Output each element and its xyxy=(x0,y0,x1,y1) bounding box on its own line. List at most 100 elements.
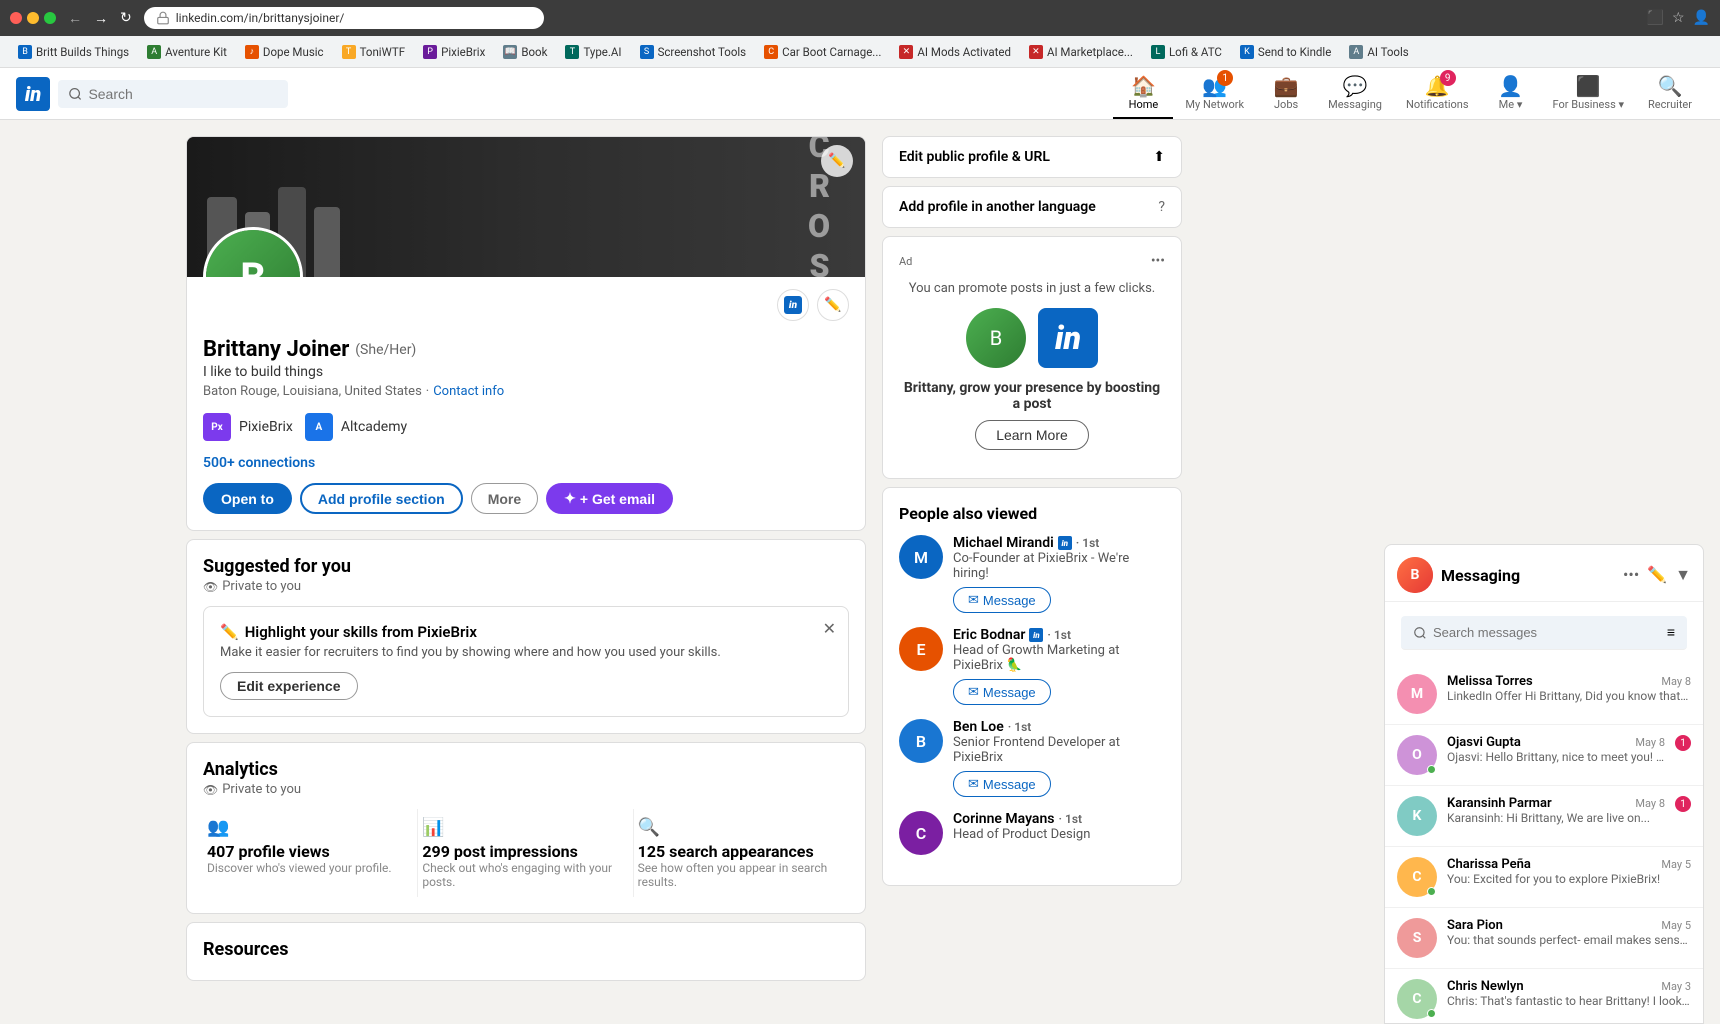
linkedin-share-button[interactable]: in xyxy=(777,289,809,321)
bookmark-kindle[interactable]: K Send to Kindle xyxy=(1232,42,1339,62)
analytics-search-appearances[interactable]: 🔍 125 search appearances See how often y… xyxy=(634,809,849,897)
edit-profile-chevron[interactable]: ⬆ xyxy=(1153,149,1165,165)
conversation-content: Chris Newlyn May 3 Chris: That's fantast… xyxy=(1447,979,1691,1008)
refresh-button[interactable]: ↻ xyxy=(116,8,136,29)
search-bar[interactable] xyxy=(58,80,288,108)
bookmark-label: Type.AI xyxy=(583,45,621,59)
conversation-karansinh-parmar[interactable]: K Karansinh Parmar May 8 Karansinh: Hi B… xyxy=(1385,786,1703,847)
conversation-melissa-torres[interactable]: M Melissa Torres May 8 LinkedIn Offer Hi… xyxy=(1385,664,1703,725)
bookmark-carboot[interactable]: C Car Boot Carnage... xyxy=(756,42,889,62)
browser-nav-arrows: ← → ↻ xyxy=(64,8,136,29)
connections-link[interactable]: 500+ connections xyxy=(203,455,849,471)
person-name: Ben Loe · 1st xyxy=(953,719,1165,735)
add-language-help-icon[interactable]: ? xyxy=(1158,199,1165,215)
notifications-badge: 9 xyxy=(1440,70,1456,86)
filter-icon[interactable]: ≡ xyxy=(1667,624,1675,641)
profile-name: Brittany Joiner (She/Her) xyxy=(203,337,849,362)
bookmark-aventure[interactable]: A Aventure Kit xyxy=(139,42,235,62)
message-name-row: Melissa Torres May 8 xyxy=(1447,674,1691,689)
add-profile-language-text: Add profile in another language xyxy=(899,199,1096,215)
message-eric-button[interactable]: ✉ Message xyxy=(953,679,1051,705)
edit-experience-button[interactable]: Edit experience xyxy=(220,672,358,700)
close-window-button[interactable] xyxy=(10,12,22,24)
eye-icon: 👁 xyxy=(203,580,218,594)
altcademy-name[interactable]: Altcademy xyxy=(341,419,407,435)
pixiebrix-logo[interactable]: Px xyxy=(203,413,231,441)
nav-notifications[interactable]: 🔔 9 Notifications xyxy=(1394,68,1481,119)
edit-cover-button[interactable]: ✏️ xyxy=(821,145,853,177)
profile-actions: Open to Add profile section More ✦ + Get… xyxy=(203,483,849,514)
conversation-preview: You: Excited for you to explore PixieBri… xyxy=(1447,872,1691,886)
li-badge: in xyxy=(1029,628,1043,642)
url-text: linkedin.com/in/brittanysjoiner/ xyxy=(176,11,345,25)
bookmark-aimarketplace[interactable]: ✕ AI Marketplace... xyxy=(1021,42,1141,62)
bookmark-book[interactable]: 📖 Book xyxy=(495,42,555,62)
ad-more-button[interactable]: ••• xyxy=(1151,253,1165,269)
nav-jobs[interactable]: 💼 Jobs xyxy=(1256,68,1316,119)
bookmark-pixiebrix[interactable]: P PixieBrix xyxy=(415,42,493,62)
maximize-window-button[interactable] xyxy=(44,12,56,24)
nav-for-business[interactable]: ⬛ For Business ▾ xyxy=(1541,68,1636,119)
bookmark-label: Car Boot Carnage... xyxy=(782,45,881,59)
learn-more-button[interactable]: Learn More xyxy=(975,420,1089,450)
search-input[interactable] xyxy=(88,86,278,102)
compose-message-button[interactable]: ✏️ xyxy=(1647,565,1667,585)
message-ben-button[interactable]: ✉ Message xyxy=(953,771,1051,797)
conversation-ojasvi-gupta[interactable]: O Ojasvi Gupta May 8 Ojasvi: Hello Britt… xyxy=(1385,725,1703,786)
search-messages-input[interactable] xyxy=(1433,625,1661,640)
profile-icon[interactable]: 👤 xyxy=(1693,10,1710,26)
linkedin-logo[interactable]: in xyxy=(16,77,50,111)
bookmark-dope-music[interactable]: ♪ Dope Music xyxy=(237,42,332,62)
nav-me[interactable]: 👤 Me ▾ xyxy=(1481,68,1541,119)
more-button[interactable]: More xyxy=(471,483,538,514)
people-also-viewed-card: People also viewed M Michael Mirandi in … xyxy=(882,487,1182,886)
ad-content: You can promote posts in just a few clic… xyxy=(899,281,1165,450)
person-title: Head of Product Design xyxy=(953,827,1165,842)
bookmark-aitools[interactable]: A AI Tools xyxy=(1341,42,1416,62)
analytics-post-impressions[interactable]: 📊 299 post impressions Check out who's e… xyxy=(418,809,633,897)
person-info: Corinne Mayans · 1st Head of Product Des… xyxy=(953,811,1165,842)
conversation-sara-pion[interactable]: S Sara Pion May 5 You: that sounds perfe… xyxy=(1385,908,1703,969)
conversation-charissa-pena[interactable]: C Charissa Peña May 5 You: Excited for y… xyxy=(1385,847,1703,908)
suggestion-close-button[interactable]: ✕ xyxy=(823,619,836,638)
browser-window-controls xyxy=(10,12,56,24)
nav-recruiter[interactable]: 🔍 Recruiter xyxy=(1636,68,1704,119)
nav-home[interactable]: 🏠 Home xyxy=(1113,68,1173,119)
collapse-messaging-button[interactable]: ▼ xyxy=(1675,565,1691,585)
edit-profile-button[interactable]: ✏️ xyxy=(817,289,849,321)
altcademy-logo[interactable]: A xyxy=(305,413,333,441)
forward-arrow[interactable]: → xyxy=(90,8,112,29)
address-bar[interactable]: linkedin.com/in/brittanysjoiner/ xyxy=(144,7,544,29)
degree: · 1st xyxy=(1076,536,1100,550)
bookmark-aimods[interactable]: ✕ AI Mods Activated xyxy=(891,42,1019,62)
profile-headline: I like to build things xyxy=(203,364,849,380)
person-title: Head of Growth Marketing at PixieBrix 🦜 xyxy=(953,643,1165,673)
extensions-icon[interactable]: ⬛ xyxy=(1647,10,1664,26)
get-email-button[interactable]: ✦ + Get email xyxy=(546,483,673,514)
pixiebrix-name[interactable]: PixieBrix xyxy=(239,419,293,435)
open-to-button[interactable]: Open to xyxy=(203,483,292,514)
nav-messaging[interactable]: 💬 Messaging xyxy=(1316,68,1394,119)
bookmark-screenshot[interactable]: S Screenshot Tools xyxy=(632,42,755,62)
bookmark-britt-builds[interactable]: B Britt Builds Things xyxy=(10,42,137,62)
add-profile-section-button[interactable]: Add profile section xyxy=(300,483,463,514)
bookmark-lofi[interactable]: L Lofi & ATC xyxy=(1143,42,1230,62)
message-michael-button[interactable]: ✉ Message xyxy=(953,587,1051,613)
messaging-more-button[interactable]: ••• xyxy=(1623,565,1639,585)
bookmark-star-icon[interactable]: ☆ xyxy=(1672,10,1685,26)
analytics-profile-views[interactable]: 👥 407 profile views Discover who's viewe… xyxy=(203,809,418,897)
bookmark-typeai[interactable]: T Type.AI xyxy=(557,42,629,62)
nav-network[interactable]: 👥 1 My Network xyxy=(1173,68,1256,119)
minimize-window-button[interactable] xyxy=(27,12,39,24)
conversation-chris-newlyn[interactable]: C Chris Newlyn May 3 Chris: That's fanta… xyxy=(1385,969,1703,1023)
conversation-avatar: K xyxy=(1397,796,1437,836)
bookmark-icon: ✕ xyxy=(1029,45,1043,59)
messaging-search[interactable]: ≡ xyxy=(1401,616,1687,650)
conversation-date: May 5 xyxy=(1661,919,1691,932)
contact-info-link[interactable]: Contact info xyxy=(433,384,504,399)
bookmark-toniwtf[interactable]: T ToniWTF xyxy=(334,42,414,62)
ad-li-logo: in xyxy=(1038,308,1098,368)
suggestion-box: ✕ ✏️ Highlight your skills from PixieBri… xyxy=(203,606,849,717)
pencil-icon: ✏️ xyxy=(220,623,239,641)
back-arrow[interactable]: ← xyxy=(64,8,86,29)
